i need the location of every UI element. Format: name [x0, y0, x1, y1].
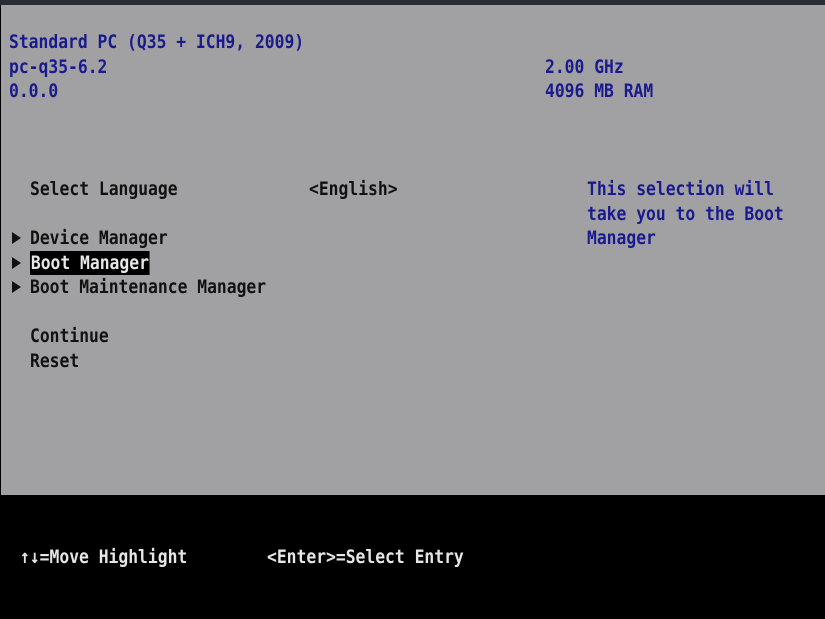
move-highlight-hint: ↑↓=Move Highlight	[20, 546, 188, 568]
help-text-line-2: take you to the Boot	[587, 203, 784, 225]
cpu-speed: 2.00 GHz	[545, 56, 624, 78]
help-text-line-1: This selection will	[587, 178, 774, 200]
setup-panel: Standard PC (Q35 + ICH9, 2009) pc-q35-6.…	[1, 5, 825, 495]
firmware-version: 0.0.0	[9, 80, 59, 102]
select-entry-hint: <Enter>=Select Entry	[267, 546, 464, 568]
help-text-line-3: Manager	[587, 227, 656, 249]
machine-name: Standard PC (Q35 + ICH9, 2009)	[9, 31, 305, 53]
key-hint-bar: ↑↓=Move Highlight <Enter>=Select Entry	[0, 495, 825, 619]
bios-screen: Standard PC (Q35 + ICH9, 2009) pc-q35-6.…	[0, 0, 825, 619]
machine-version: pc-q35-6.2	[9, 56, 108, 78]
submenu-arrow-icon	[12, 281, 21, 293]
submenu-arrow-icon	[12, 232, 21, 244]
language-value[interactable]: <English>	[309, 177, 398, 201]
continue-option[interactable]: Continue	[30, 324, 109, 348]
reset-option[interactable]: Reset	[30, 349, 79, 373]
menu-item-device-manager[interactable]: Device Manager	[30, 226, 168, 250]
select-language-label[interactable]: Select Language	[30, 177, 178, 201]
menu-item-boot-maintenance-manager[interactable]: Boot Maintenance Manager	[30, 275, 266, 299]
menu-item-boot-manager[interactable]: Boot Manager	[30, 251, 150, 275]
memory-size: 4096 MB RAM	[545, 80, 654, 102]
submenu-arrow-icon	[12, 257, 21, 269]
